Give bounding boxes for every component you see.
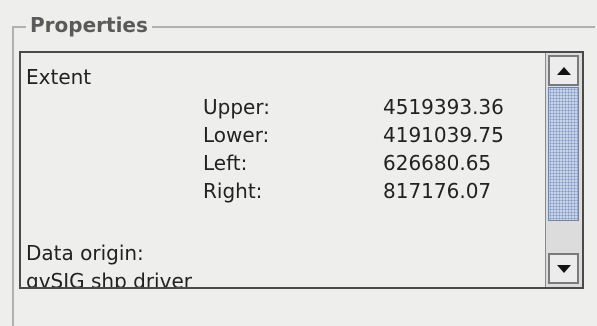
properties-scroll-pane[interactable]: Extent Upper: 4519393.36 Lower: 4191039.… [19, 51, 584, 289]
extent-left-value: 626680.65 [383, 151, 492, 175]
extent-lower-label: Lower: [203, 123, 270, 147]
properties-panel: Properties Extent Upper: 4519393.36 Lowe… [0, 0, 597, 326]
extent-right-value: 817176.07 [383, 179, 492, 203]
arrow-down-icon [556, 264, 571, 273]
arrow-up-icon [556, 66, 571, 75]
data-origin-value: gvSIG shp driver [26, 269, 192, 287]
extent-upper-value: 4519393.36 [383, 95, 504, 119]
extent-upper-label: Upper: [203, 95, 270, 119]
extent-left-label: Left: [203, 151, 248, 175]
extent-heading: Extent [26, 65, 92, 89]
properties-content: Extent Upper: 4519393.36 Lower: 4191039.… [21, 53, 545, 287]
scrollbar-thumb[interactable] [548, 87, 579, 221]
properties-title: Properties [26, 13, 152, 37]
vertical-scrollbar[interactable] [545, 53, 582, 287]
extent-right-label: Right: [203, 179, 263, 203]
scroll-down-button[interactable] [548, 253, 579, 284]
extent-lower-value: 4191039.75 [383, 123, 504, 147]
data-origin-label: Data origin: [26, 241, 144, 265]
scroll-up-button[interactable] [548, 55, 579, 86]
